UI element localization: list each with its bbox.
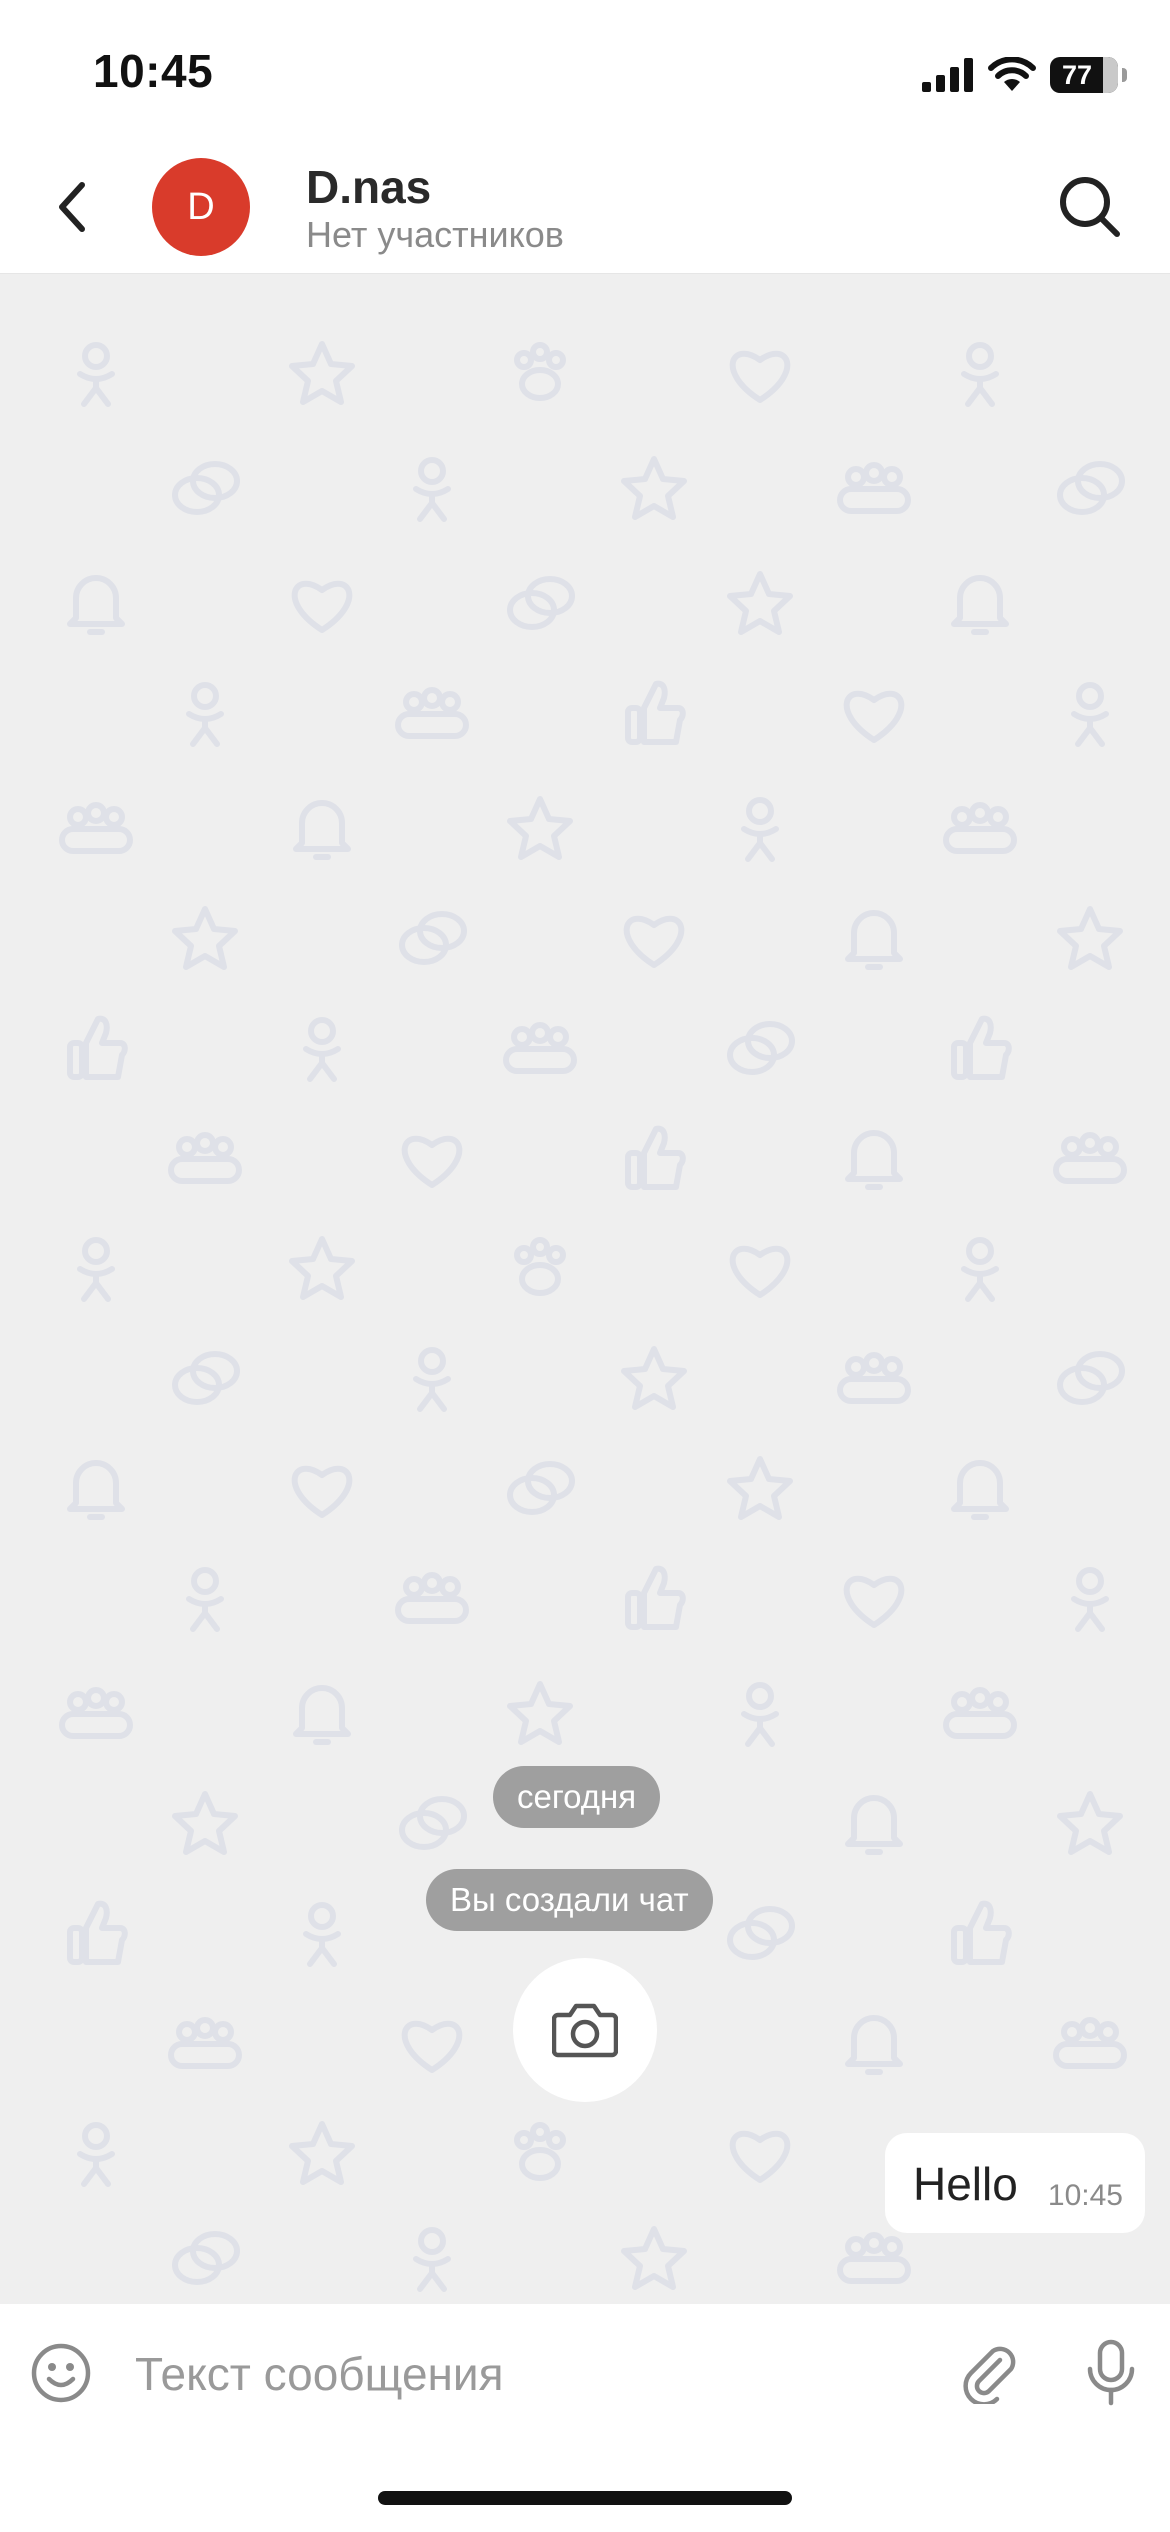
emoji-icon xyxy=(31,2343,91,2403)
emoji-button[interactable] xyxy=(28,2340,94,2406)
status-time: 10:45 xyxy=(93,45,214,97)
date-separator: сегодня xyxy=(493,1766,661,1828)
microphone-button[interactable] xyxy=(1076,2336,1146,2410)
battery-tip xyxy=(1122,68,1127,82)
back-button[interactable] xyxy=(40,167,104,247)
message-bubble-outgoing[interactable]: Hello 10:45 xyxy=(885,2133,1145,2233)
camera-icon xyxy=(552,2003,618,2058)
chat-header: D D.nas Нет участников xyxy=(0,140,1170,274)
signal-icon xyxy=(922,58,973,92)
battery-percent: 77 xyxy=(1061,60,1093,90)
paperclip-icon xyxy=(963,2346,1016,2404)
message-time: 10:45 xyxy=(1047,2179,1123,2212)
search-icon xyxy=(1060,177,1120,237)
system-message: Вы создали чат xyxy=(426,1869,713,1931)
chat-title[interactable]: D.nas xyxy=(306,160,431,214)
search-button[interactable] xyxy=(1050,167,1130,247)
battery-empty-area xyxy=(1103,57,1118,93)
avatar[interactable]: D xyxy=(152,158,250,256)
wifi-icon xyxy=(988,57,1036,91)
status-bar: 10:45 77 xyxy=(0,0,1170,140)
chat-area[interactable]: сегодня Вы создали чат Hello 10:45 xyxy=(0,274,1170,2304)
status-icons: 77 xyxy=(922,50,1127,100)
chevron-left-icon xyxy=(59,182,85,232)
attach-button[interactable] xyxy=(954,2336,1028,2410)
message-input-bar xyxy=(0,2304,1170,2532)
battery-icon: 77 xyxy=(1050,57,1127,93)
message-input[interactable] xyxy=(135,2330,915,2418)
home-indicator[interactable] xyxy=(378,2491,792,2505)
chat-subtitle: Нет участников xyxy=(306,214,564,255)
microphone-icon xyxy=(1087,2339,1135,2406)
chat-screen: 10:45 77 D D.nas Нет участников сегодня … xyxy=(0,0,1170,2532)
camera-button[interactable] xyxy=(513,1958,657,2102)
message-text: Hello xyxy=(913,2158,1018,2210)
